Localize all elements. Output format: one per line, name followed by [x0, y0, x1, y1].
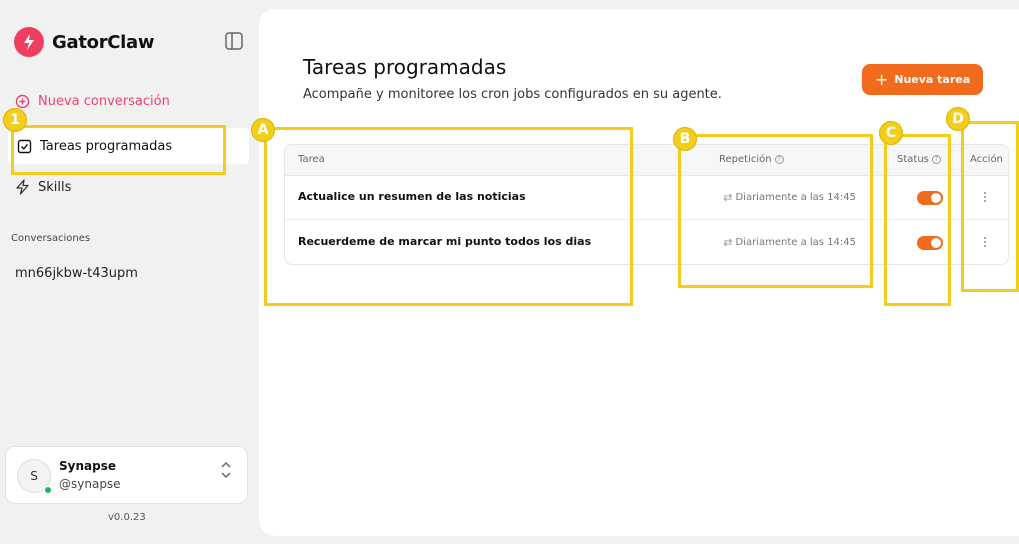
online-status-dot [44, 486, 52, 494]
new-task-label: Nueva tarea [894, 73, 971, 86]
annotation-badge-a: A [251, 118, 275, 142]
annotation-box-1 [11, 125, 226, 175]
chat-plus-icon [14, 93, 30, 109]
brand-name: GatorClaw [52, 31, 155, 53]
annotation-box-a [264, 127, 633, 306]
new-conversation-label: Nueva conversación [38, 93, 170, 109]
brand[interactable]: GatorClaw [14, 27, 155, 57]
plus-icon: + [874, 69, 889, 89]
lightning-icon [14, 179, 30, 195]
sidebar-item-skills[interactable]: Skills [14, 179, 71, 195]
new-task-button[interactable]: + Nueva tarea [862, 64, 983, 95]
annotation-box-c [884, 134, 951, 306]
new-conversation-button[interactable]: Nueva conversación [14, 93, 170, 109]
sidebar-item-label: Skills [38, 179, 72, 195]
app-version: v0.0.23 [108, 512, 146, 523]
annotation-badge-c: C [879, 121, 903, 145]
page-title: Tareas programadas [303, 55, 507, 79]
annotation-box-b [678, 134, 873, 288]
user-handle: @synapse [59, 477, 121, 491]
user-card[interactable]: S Synapse @synapse [5, 446, 248, 504]
chevron-up-down-icon[interactable] [218, 459, 234, 481]
annotation-badge-d: D [946, 107, 970, 131]
annotation-box-d [961, 121, 1019, 292]
conversation-item[interactable]: mn66jkbw-t43upm [15, 266, 138, 281]
gatorclaw-logo-icon [14, 27, 44, 57]
annotation-badge-b: B [673, 127, 697, 151]
user-name: Synapse [59, 459, 116, 473]
annotation-badge-1: 1 [3, 108, 27, 132]
sidebar: GatorClaw Nueva conversación Tareas prog… [0, 0, 259, 544]
sidebar-toggle-icon[interactable] [224, 31, 244, 51]
conversations-heading: Conversaciones [11, 233, 91, 244]
page-subtitle: Acompañe y monitoree los cron jobs confi… [303, 87, 722, 102]
